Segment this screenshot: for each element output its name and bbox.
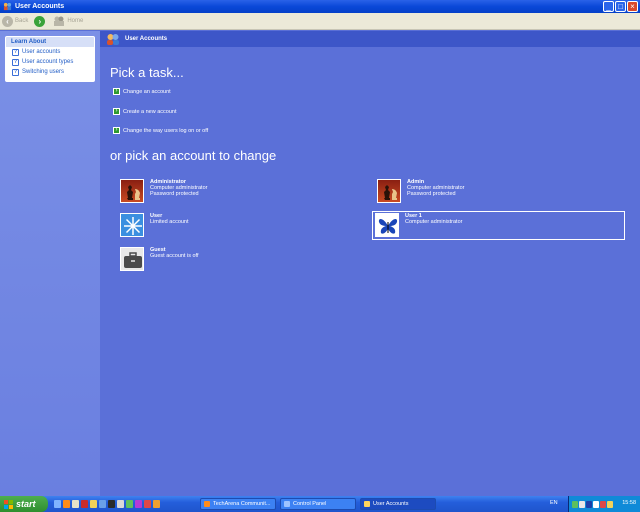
minimize-button[interactable]: _ — [603, 1, 614, 12]
taskbar-button-user-accounts[interactable]: User Accounts — [360, 498, 436, 510]
learn-item-switching-users[interactable]: ? Switching users — [6, 67, 94, 77]
tray-icon[interactable] — [593, 500, 599, 508]
taskbar-button-label: TechArena Communit... — [213, 501, 271, 507]
learn-item-label: Switching users — [22, 69, 65, 75]
firefox-icon[interactable] — [63, 500, 70, 508]
main-content: Pick a task... › Change an account › Cre… — [100, 47, 640, 496]
learn-item-label: User accounts — [22, 49, 61, 55]
taskbar-button-label: User Accounts — [373, 501, 409, 507]
learn-about-header: Learn About — [6, 37, 94, 47]
toolbar: ‹ Back › Home — [0, 13, 640, 30]
taskbar-button-control-panel[interactable]: Control Panel — [280, 498, 356, 510]
account-password-status: Password protected — [407, 191, 456, 197]
app-icon[interactable] — [99, 500, 106, 508]
start-button[interactable]: start — [0, 496, 48, 512]
chess-picture — [120, 179, 144, 203]
task-change-logon[interactable]: › Change the way users log on or off — [113, 127, 208, 134]
app-icon[interactable] — [135, 500, 142, 508]
back-label: Back — [15, 18, 29, 24]
account-password-status: Password protected — [150, 191, 199, 197]
system-tray: 15:58 — [568, 496, 640, 512]
desktop-icon[interactable] — [54, 500, 61, 508]
forward-button[interactable]: › — [34, 15, 47, 27]
account-user-1[interactable]: User 1 Computer administrator — [372, 211, 625, 240]
app-icon[interactable] — [72, 500, 79, 508]
clock: 15:58 — [622, 500, 636, 506]
taskbar: start TechArena Communit... Control Pane… — [0, 496, 640, 512]
app-icon[interactable] — [108, 500, 115, 508]
control-panel-icon — [284, 501, 290, 507]
language-indicator[interactable]: EN — [550, 500, 558, 506]
windows-flag-icon — [4, 499, 13, 509]
window-controls: _ □ × — [603, 1, 638, 12]
home-label: Home — [67, 18, 84, 24]
snowflake-picture — [120, 213, 144, 237]
account-status: Guest account is off — [150, 253, 199, 259]
green-arrow-icon: › — [113, 88, 120, 95]
user-accounts-icon — [364, 501, 370, 507]
quick-launch — [54, 500, 160, 508]
back-arrow-icon: ‹ — [2, 15, 13, 27]
learn-item-user-accounts[interactable]: ? User accounts — [6, 47, 94, 57]
title-bar[interactable]: User Accounts _ □ × — [0, 0, 640, 13]
main-header-title: User Accounts — [125, 36, 168, 42]
home-icon — [54, 16, 65, 26]
main-header: User Accounts — [100, 31, 640, 47]
user-accounts-icon — [3, 2, 12, 11]
close-button[interactable]: × — [627, 1, 638, 12]
window-title: User Accounts — [15, 3, 65, 10]
task-change-account[interactable]: › Change an account — [113, 88, 171, 95]
pick-account-heading: or pick an account to change — [110, 148, 277, 163]
home-button[interactable]: Home — [53, 16, 83, 26]
account-guest[interactable]: Guest Guest account is off — [120, 247, 199, 271]
help-icon: ? — [12, 58, 19, 66]
tray-icon[interactable] — [607, 500, 613, 508]
learn-item-user-account-types[interactable]: ? User account types — [6, 57, 94, 67]
app-icon[interactable] — [90, 500, 97, 508]
app-icon[interactable] — [144, 500, 151, 508]
learn-item-label: User account types — [22, 59, 74, 65]
account-type: Limited account — [150, 219, 189, 225]
help-icon: ? — [12, 48, 19, 56]
account-user[interactable]: User Limited account — [120, 213, 189, 237]
account-admin[interactable]: Admin Computer administrator Password pr… — [377, 179, 464, 203]
browser-icon — [204, 501, 210, 507]
tray-icon[interactable] — [579, 500, 585, 508]
app-icon[interactable] — [117, 500, 124, 508]
green-arrow-icon: › — [113, 127, 120, 134]
tray-icon[interactable] — [600, 500, 606, 508]
tray-icon[interactable] — [586, 500, 592, 508]
learn-about-panel: Learn About ? User accounts ? User accou… — [5, 36, 95, 82]
account-administrator[interactable]: Administrator Computer administrator Pas… — [120, 179, 207, 203]
chess-picture — [377, 179, 401, 203]
task-label: Change the way users log on or off — [123, 127, 209, 134]
left-pane: Learn About ? User accounts ? User accou… — [0, 31, 100, 496]
start-label: start — [16, 499, 36, 509]
briefcase-picture — [120, 247, 144, 271]
green-arrow-icon: › — [113, 108, 120, 115]
task-create-account[interactable]: › Create a new account — [113, 108, 177, 115]
app-icon[interactable] — [81, 500, 88, 508]
forward-arrow-icon: › — [34, 15, 46, 27]
pick-task-heading: Pick a task... — [110, 65, 184, 80]
taskbar-button-techarena[interactable]: TechArena Communit... — [200, 498, 276, 510]
back-button[interactable]: ‹ Back — [2, 15, 29, 27]
butterfly-picture — [375, 213, 399, 237]
user-accounts-icon — [107, 34, 119, 45]
app-icon[interactable] — [126, 500, 133, 508]
taskbar-button-label: Control Panel — [293, 501, 327, 507]
account-type: Computer administrator — [405, 219, 463, 225]
app-icon[interactable] — [153, 500, 160, 508]
task-label: Change an account — [123, 88, 171, 95]
maximize-button[interactable]: □ — [615, 1, 626, 12]
tray-icon[interactable] — [572, 500, 578, 508]
help-icon: ? — [12, 68, 19, 76]
task-label: Create a new account — [123, 108, 177, 115]
